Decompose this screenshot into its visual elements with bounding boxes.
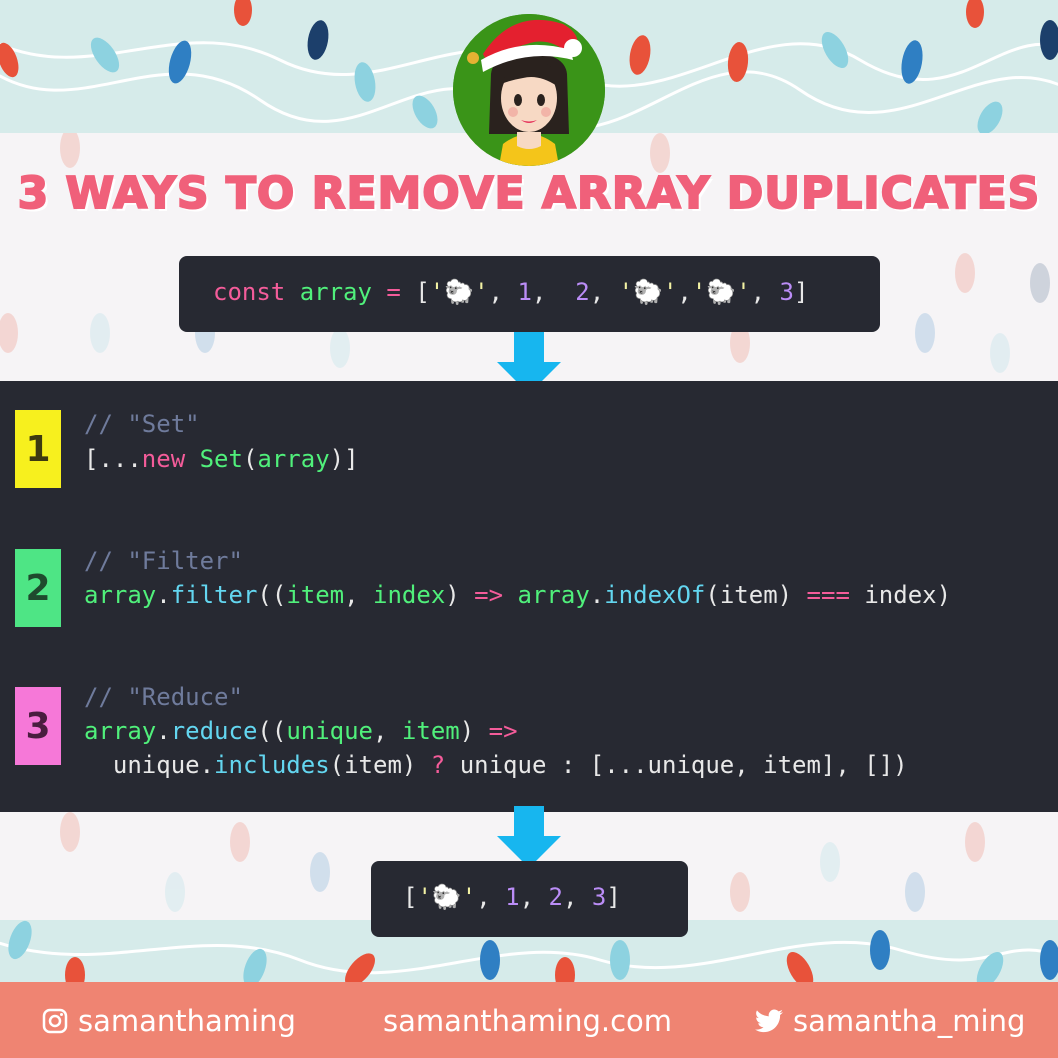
array-items: '🐑', 1, 2, '🐑','🐑', 3 bbox=[430, 278, 794, 306]
array-item: 3 bbox=[779, 278, 794, 306]
bracket: ] bbox=[794, 278, 809, 306]
code-comment-reduce: // "Reduce" bbox=[84, 683, 243, 711]
separator: , bbox=[589, 278, 619, 306]
page-title: 3 WAYS TO REMOVE ARRAY DUPLICATES bbox=[17, 167, 1041, 220]
array-item: '🐑' bbox=[618, 278, 678, 306]
method-number-badge: 2 bbox=[15, 549, 61, 627]
twitter-icon bbox=[755, 1009, 783, 1033]
variable-name: array bbox=[299, 278, 372, 306]
code-line-set: [...new Set(array)] bbox=[84, 445, 359, 473]
code-line-filter: array.filter((item, index) => array.inde… bbox=[84, 581, 952, 609]
output-array-code: ['🐑', 1, 2, 3] bbox=[371, 861, 688, 937]
instagram-link[interactable]: samanthaming bbox=[42, 1004, 296, 1038]
instagram-icon bbox=[42, 1008, 68, 1034]
operator: = bbox=[386, 278, 401, 306]
code-line-reduce-body: unique.includes(item) ? unique : [...uni… bbox=[84, 751, 908, 779]
code-line-reduce: array.reduce((unique, item) => bbox=[84, 717, 518, 745]
code-comment-set: // "Set" bbox=[84, 410, 200, 438]
array-item: '🐑' bbox=[691, 278, 751, 306]
code-comment-filter: // "Filter" bbox=[84, 547, 243, 575]
avatar bbox=[453, 14, 605, 166]
separator: , bbox=[531, 278, 576, 306]
down-arrow-icon bbox=[497, 806, 561, 868]
separator: , bbox=[677, 278, 692, 306]
method-number-badge: 1 bbox=[15, 410, 61, 488]
twitter-handle: samantha_ming bbox=[793, 1004, 1026, 1038]
array-item: '🐑' bbox=[429, 278, 489, 306]
array-item: 2 bbox=[575, 278, 590, 306]
keyword: const bbox=[213, 278, 286, 306]
bracket: [ bbox=[415, 278, 430, 306]
website-link[interactable]: samanthaming.com bbox=[383, 1004, 672, 1038]
separator: , bbox=[488, 278, 518, 306]
footer: samanthaming samanthaming.com samantha_m… bbox=[0, 982, 1058, 1058]
array-item: 1 bbox=[517, 278, 532, 306]
instagram-handle: samanthaming bbox=[78, 1004, 296, 1038]
website-url: samanthaming.com bbox=[383, 1004, 673, 1038]
twitter-link[interactable]: samantha_ming bbox=[755, 1004, 1025, 1038]
separator: , bbox=[750, 278, 780, 306]
input-array-code: const array = ['🐑', 1, 2, '🐑','🐑', 3] bbox=[179, 256, 880, 332]
method-number-badge: 3 bbox=[15, 687, 61, 765]
